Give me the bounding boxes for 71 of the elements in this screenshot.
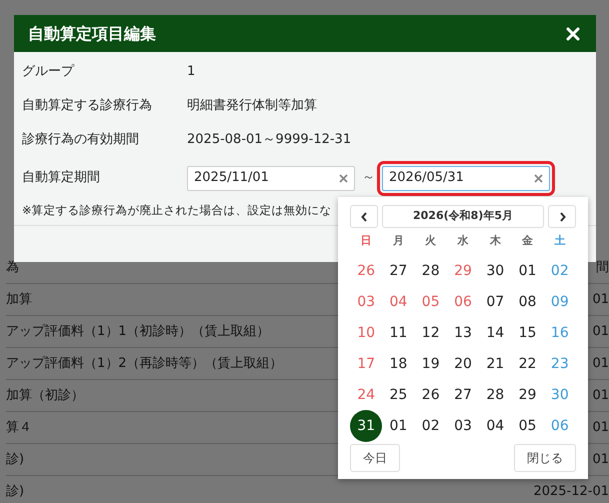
calendar-day[interactable]: 12 — [414, 317, 447, 349]
month-label-button[interactable]: 2026(令和8)年5月 — [382, 205, 544, 228]
clear-icon[interactable] — [339, 174, 348, 182]
weekday-label: 日 — [360, 233, 373, 249]
table-cell-text: 診) — [6, 482, 24, 501]
calendar-day[interactable]: 22 — [512, 348, 544, 380]
field-label: 自動算定期間 — [22, 169, 101, 188]
calendar-day[interactable]: 08 — [512, 286, 544, 318]
calendar-day[interactable]: 03 — [446, 410, 479, 442]
next-month-button[interactable] — [548, 205, 576, 228]
table-cell-text: 為 — [6, 258, 19, 277]
field-label: 診療行為の有効期間 — [22, 131, 140, 150]
weekday-label: 木 — [488, 233, 502, 249]
chevron-right-icon — [558, 212, 566, 222]
calendar-day[interactable]: 25 — [382, 379, 414, 411]
calendar-day[interactable]: 18 — [382, 348, 414, 380]
table-cell-text: 加算（初診） — [6, 386, 84, 405]
field-value: 明細書発行体制等加算 — [187, 97, 317, 116]
today-button[interactable]: 今日 — [350, 444, 400, 472]
table-cell-text: 01 — [592, 354, 609, 373]
calendar-day[interactable]: 28 — [414, 255, 447, 287]
previous-month-button[interactable] — [350, 205, 378, 228]
table-cell-text: 01 — [592, 386, 609, 405]
calendar-day[interactable]: 14 — [479, 317, 512, 349]
calendar-day[interactable]: 29 — [512, 379, 544, 411]
weekday-label: 金 — [520, 233, 534, 249]
table-cell-text: 診) — [6, 450, 24, 469]
close-icon[interactable] — [566, 26, 580, 40]
calendar-day[interactable]: 04 — [479, 410, 512, 442]
calendar-day[interactable]: 01 — [512, 255, 544, 287]
calendar-day[interactable]: 15 — [512, 317, 544, 349]
calendar-day[interactable]: 30 — [479, 255, 512, 287]
calendar-day[interactable]: 20 — [446, 348, 479, 380]
calendar-day[interactable]: 02 — [414, 410, 447, 442]
table-cell-text: 01 — [592, 418, 609, 437]
field-label: 自動算定する診療行為 — [22, 97, 153, 116]
table-cell-text: 間 — [596, 258, 609, 277]
weekday-label: 火 — [424, 233, 438, 249]
table-cell-text: 2025-12-01 — [533, 482, 609, 501]
note-text: ※算定する診療行為が廃止された場合は、設定は無効にな — [22, 202, 332, 219]
table-cell-text: 算４ — [6, 418, 32, 437]
range-separator: ～ — [362, 169, 375, 188]
table-cell-text: 01 — [592, 322, 609, 341]
table-cell-text: アップ評価料（1）2（再診時等）（賃上取組） — [6, 354, 283, 373]
table-cell-text: アップ評価料（1）1（初診時）（賃上取組） — [6, 322, 270, 341]
calendar-day[interactable]: 19 — [414, 348, 447, 380]
table-cell-text: 01 — [592, 290, 609, 309]
weekday-label: 水 — [456, 233, 470, 249]
field-value: 2025-08-01～9999-12-31 — [187, 131, 352, 150]
table-cell-text: 01 — [592, 450, 609, 469]
calendar-day[interactable]: 26 — [414, 379, 447, 411]
dialog-title: 自動算定項目編集 — [28, 22, 156, 44]
calendar-day[interactable]: 07 — [479, 286, 512, 318]
calendar-day[interactable]: 05 — [512, 410, 544, 442]
calendar-day[interactable]: 01 — [382, 410, 414, 442]
calendar-day[interactable]: 27 — [446, 379, 479, 411]
calendar-day[interactable]: 31 — [350, 410, 382, 442]
field-value: 1 — [187, 63, 196, 82]
close-button[interactable]: 閉じる — [514, 444, 576, 472]
calendar-day[interactable]: 11 — [382, 317, 414, 349]
calendar-day[interactable]: 13 — [446, 317, 479, 349]
calendar-day[interactable]: 28 — [479, 379, 512, 411]
calendar-day[interactable]: 27 — [382, 255, 414, 287]
chevron-left-icon — [360, 212, 368, 222]
field-label: グループ — [22, 63, 76, 82]
table-cell-text: 加算 — [6, 290, 32, 309]
date-input-field[interactable]: 2025/11/01 — [187, 166, 355, 190]
weekday-label: 土 — [553, 233, 566, 249]
weekday-label: 月 — [392, 233, 405, 249]
clear-icon[interactable] — [534, 174, 543, 182]
calendar-day[interactable]: 21 — [479, 348, 512, 380]
